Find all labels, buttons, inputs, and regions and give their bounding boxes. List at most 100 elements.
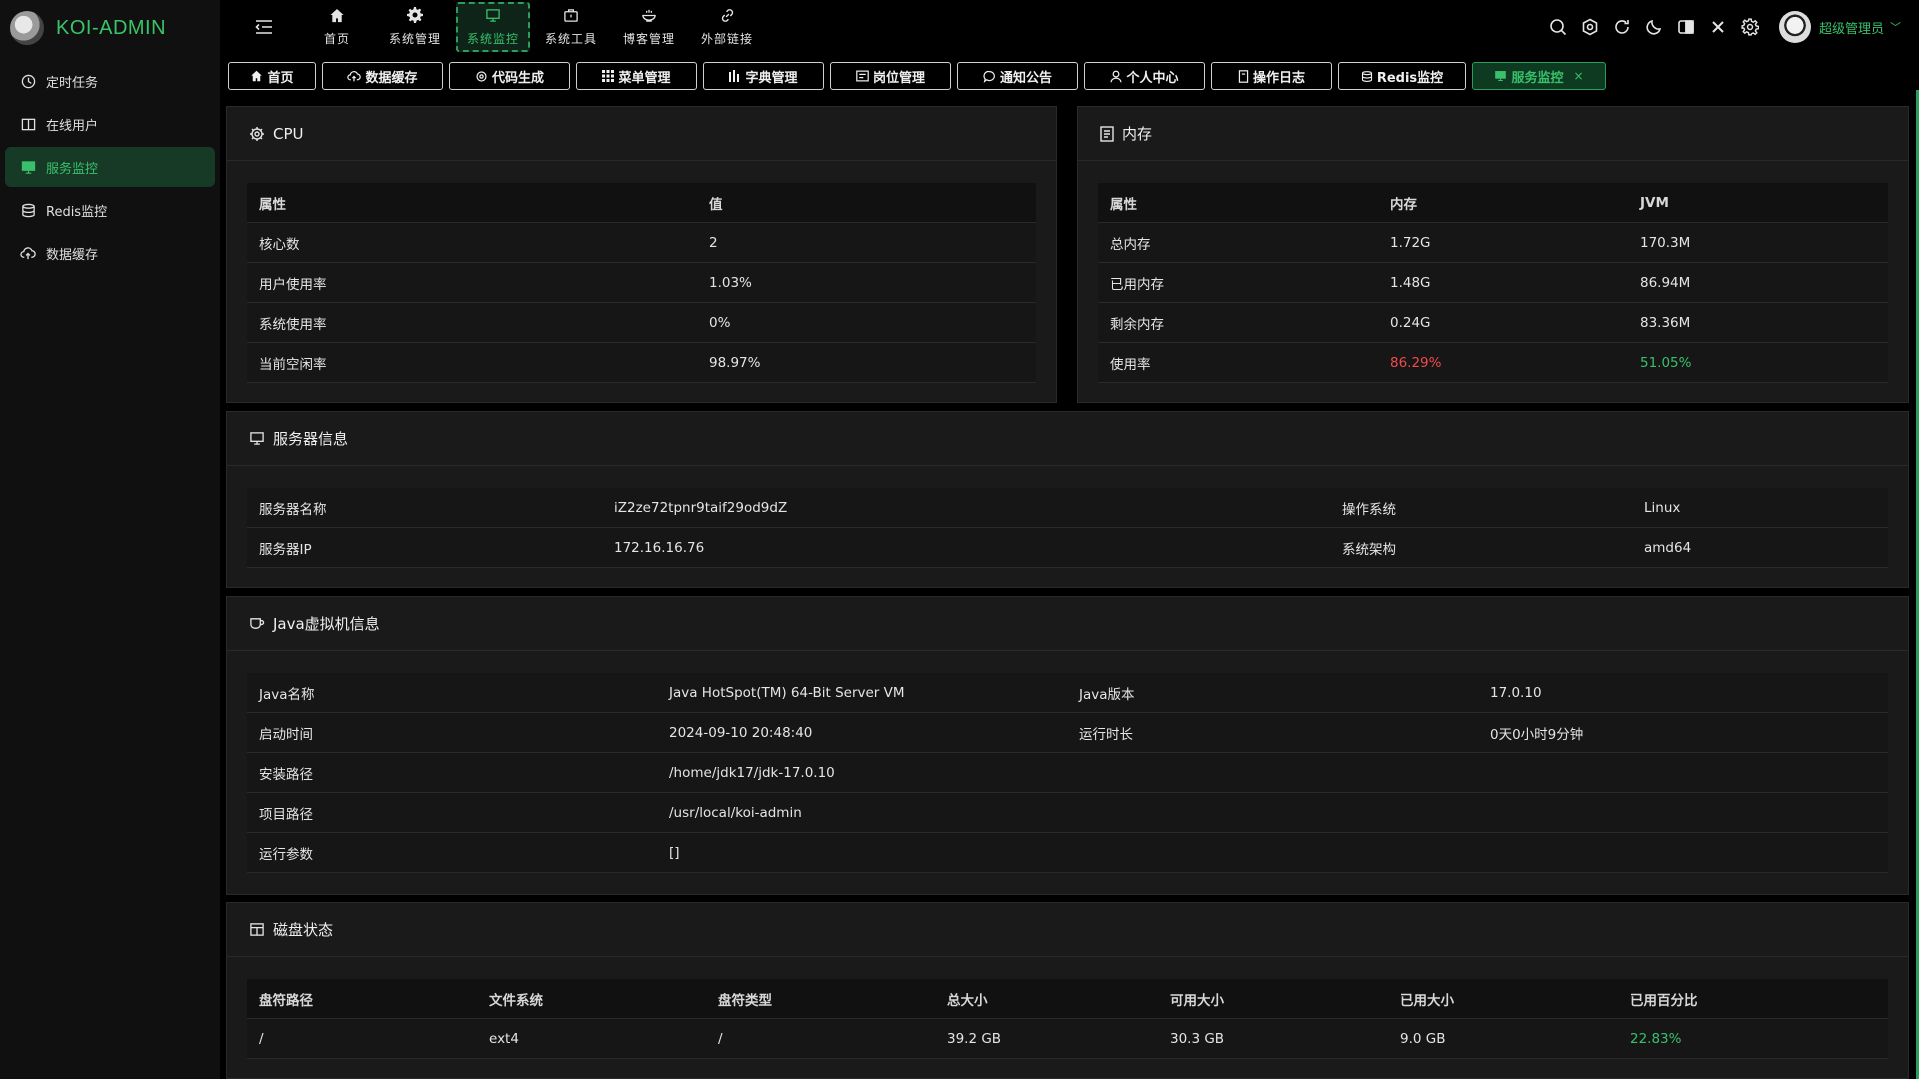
avatar[interactable]: [1778, 11, 1811, 43]
chat-icon: [983, 70, 996, 83]
card-title: 内存: [1122, 125, 1153, 143]
user-name[interactable]: 超级管理员: [1819, 18, 1884, 37]
table-row: 运行参数 []: [247, 833, 1888, 873]
top-nav-system-tools[interactable]: 系统工具: [534, 2, 608, 52]
cpu-card: CPU 属性 值 核心数 2 用户使用率 1.03% 系统使用率 0% 当前空闲…: [226, 106, 1057, 403]
tab-label: 通知公告: [999, 70, 1052, 86]
table-cell: amd64: [1644, 539, 1692, 556]
table-cell: 运行时长: [1079, 726, 1133, 743]
tab-operation-log[interactable]: 操作日志: [1211, 62, 1332, 90]
top-nav-home[interactable]: 首页: [300, 2, 374, 52]
table-cell: 项目路径: [259, 806, 313, 823]
gear-icon: [475, 70, 488, 83]
table-cell: /: [259, 1030, 264, 1047]
tab-menu-management[interactable]: 菜单管理: [576, 62, 697, 90]
table-cell: 2: [709, 234, 718, 251]
gear-icon[interactable]: [1739, 16, 1761, 38]
table-row: 当前空闲率 98.97%: [247, 343, 1036, 383]
table-cell: 17.0.10: [1490, 684, 1542, 701]
table-row: 服务器IP 172.16.16.76 系统架构 amd64: [247, 528, 1888, 568]
table-cell: 使用率: [1110, 356, 1151, 373]
top-nav-label: 系统监控: [466, 31, 519, 46]
table-cell: 当前空闲率: [259, 356, 327, 373]
column-header: 盘符路径: [259, 992, 313, 1009]
table-row: 总内存 1.72G 170.3M: [1098, 223, 1888, 263]
sidebar-item-scheduled-tasks[interactable]: 定时任务: [5, 61, 215, 101]
bars-icon: [729, 70, 741, 82]
card-header: 内存: [1078, 107, 1908, 161]
logo[interactable]: KOI-ADMIN: [0, 0, 220, 56]
sidebar-item-service-monitor[interactable]: 服务监控: [5, 147, 215, 187]
top-header: 首页 系统管理 系统监控 系统工具 博客管理 外部链接 超级管理员 ﹀: [220, 0, 1919, 54]
top-nav-label: 博客管理: [622, 31, 675, 46]
table-cell: 运行参数: [259, 846, 313, 863]
table-cell: ext4: [489, 1030, 519, 1047]
sidebar-item-data-cache[interactable]: 数据缓存: [5, 233, 215, 273]
top-nav-system-monitor[interactable]: 系统监控: [456, 2, 530, 52]
table-row: 安装路径 /home/jdk17/jdk-17.0.10: [247, 753, 1888, 793]
table-row: 项目路径 /usr/local/koi-admin: [247, 793, 1888, 833]
refresh-icon[interactable]: [1611, 16, 1633, 38]
monitor-icon: [1494, 70, 1507, 82]
table-cell: []: [669, 844, 680, 861]
table-row: Java名称 Java HotSpot(TM) 64-Bit Server VM…: [247, 673, 1888, 713]
disk-usage-percent: 22.83%: [1630, 1030, 1682, 1047]
disk-table: 盘符路径 文件系统 盘符类型 总大小 可用大小 已用大小 已用百分比 / ext…: [247, 979, 1888, 1059]
sidebar-item-redis-monitor[interactable]: Redis监控: [5, 190, 215, 230]
tab-post-management[interactable]: 岗位管理: [830, 62, 951, 90]
chevron-down-icon[interactable]: ﹀: [1890, 19, 1901, 35]
layout-icon[interactable]: [1675, 16, 1697, 38]
close-icon[interactable]: ×: [1573, 69, 1583, 83]
moon-icon[interactable]: [1643, 16, 1665, 38]
collapse-menu-button[interactable]: [246, 9, 282, 45]
table-cell: 系统架构: [1342, 541, 1396, 558]
tab-notice[interactable]: 通知公告: [957, 62, 1078, 90]
table-row: 服务器名称 iZ2ze72tpnr9taif29od9dZ 操作系统 Linux: [247, 488, 1888, 528]
tab-redis-monitor[interactable]: Redis监控: [1338, 62, 1466, 90]
home-icon: [250, 70, 263, 82]
palette-icon[interactable]: [1579, 16, 1601, 38]
table-cell: 服务器名称: [259, 501, 327, 518]
doc-icon: [1238, 69, 1249, 83]
book-icon: [20, 116, 36, 132]
card-header: Java虚拟机信息: [227, 597, 1908, 651]
sidebar-item-label: 在线用户: [46, 118, 99, 134]
cpu-table: 属性 值 核心数 2 用户使用率 1.03% 系统使用率 0% 当前空闲率 98…: [247, 183, 1036, 383]
top-nav-blog-management[interactable]: 博客管理: [612, 2, 686, 52]
table-cell: Java版本: [1079, 686, 1135, 703]
tab-dict-management[interactable]: 字典管理: [703, 62, 824, 90]
sidebar-item-label: 数据缓存: [46, 247, 99, 263]
close-icon[interactable]: [1707, 16, 1729, 38]
jvm-table: Java名称 Java HotSpot(TM) 64-Bit Server VM…: [247, 673, 1888, 873]
tab-data-cache[interactable]: 数据缓存: [322, 62, 443, 90]
tab-personal-center[interactable]: 个人中心: [1084, 62, 1205, 90]
toolbox-icon: [563, 8, 579, 30]
tab-label: 数据缓存: [365, 70, 418, 86]
tab-home[interactable]: 首页: [228, 62, 316, 90]
database-icon: [1361, 70, 1373, 83]
memory-table: 属性 内存 JVM 总内存 1.72G 170.3M 已用内存 1.48G 86…: [1098, 183, 1888, 383]
monitor-icon: [485, 8, 501, 30]
table-cell: 0.24G: [1390, 314, 1431, 331]
table-cell: 服务器IP: [259, 541, 312, 558]
memory-usage-percent: 86.29%: [1390, 354, 1442, 371]
tab-service-monitor[interactable]: 服务监控 ×: [1472, 62, 1606, 90]
card-title: Java虚拟机信息: [273, 615, 380, 633]
sidebar-item-online-users[interactable]: 在线用户: [5, 104, 215, 144]
jvm-info-card: Java虚拟机信息 Java名称 Java HotSpot(TM) 64-Bit…: [226, 596, 1909, 895]
tab-code-generation[interactable]: 代码生成: [449, 62, 570, 90]
table-cell: /home/jdk17/jdk-17.0.10: [669, 764, 835, 781]
top-nav-external-links[interactable]: 外部链接: [690, 2, 764, 52]
table-cell: iZ2ze72tpnr9taif29od9dZ: [614, 499, 788, 516]
server-table: 服务器名称 iZ2ze72tpnr9taif29od9dZ 操作系统 Linux…: [247, 488, 1888, 568]
table-row: 系统使用率 0%: [247, 303, 1036, 343]
top-nav-system-management[interactable]: 系统管理: [378, 2, 452, 52]
table-cell: /: [718, 1030, 723, 1047]
table-cell: 剩余内存: [1110, 316, 1164, 333]
tab-label: 操作日志: [1252, 70, 1305, 86]
monitor-icon: [20, 159, 36, 175]
search-icon[interactable]: [1547, 16, 1569, 38]
table-cell: 86.94M: [1640, 274, 1691, 291]
monitor-icon: [249, 431, 265, 446]
top-nav-label: 首页: [323, 31, 350, 46]
